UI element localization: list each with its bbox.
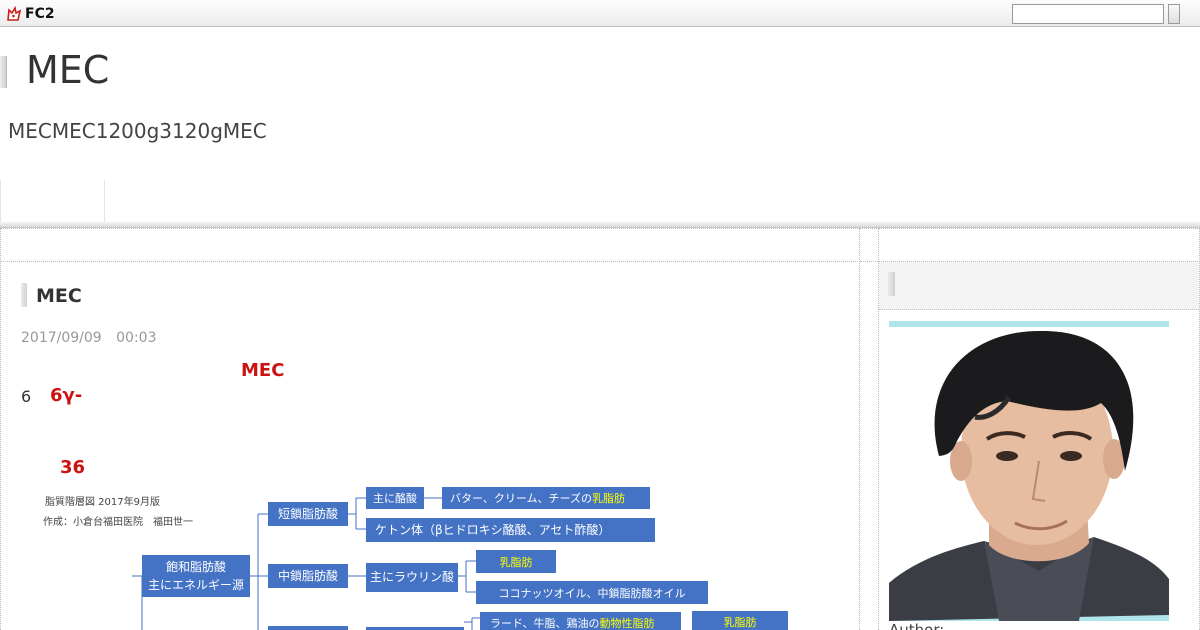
milk-fat-2-label: 乳脂肪 xyxy=(724,615,757,629)
blog-title[interactable]: MEC xyxy=(26,48,109,92)
entry-count-text: 36 xyxy=(60,457,86,478)
sidebar-header-accent xyxy=(888,272,895,296)
box-long-chain xyxy=(268,626,348,630)
author-label: Author: xyxy=(889,621,945,630)
profile-photo xyxy=(889,321,1169,621)
entry-heading: MEC xyxy=(241,360,285,381)
medium-chain-label: 中鎖脂肪酸 xyxy=(278,568,338,583)
coconut-label: ココナッツオイル、中鎖脂肪酸オイル xyxy=(499,586,686,600)
saturated-label-2: 主にエネルギー源 xyxy=(148,578,244,592)
lard-text: ラード、牛脂、鶏油の動物性脂肪 xyxy=(490,616,655,630)
entry-title-accent xyxy=(21,283,27,307)
fc2-search-button[interactable] xyxy=(1168,4,1180,24)
lipid-hierarchy-diagram: 脂質階層図 2017年9月版 作成：小倉台福田医院 福田世一 飽和脂肪酸 主にエ… xyxy=(40,484,800,630)
entry-date: 2017/09/09 00:03 xyxy=(21,330,157,346)
lard-prefix: ラード、牛脂、鶏油の xyxy=(490,616,600,630)
butter-milk-fat: 乳脂肪 xyxy=(592,491,625,505)
butyric-label: 主に酪酸 xyxy=(373,491,417,505)
nav-bar xyxy=(0,180,1200,226)
sidebar-section-header xyxy=(879,262,1199,310)
main-top-divider xyxy=(0,261,860,262)
blog-description: MECMEC1200g3120gMEC xyxy=(8,119,267,143)
entry-number: 6 xyxy=(21,387,32,406)
butter-prefix: バター、クリーム、チーズの xyxy=(450,491,592,505)
diagram-caption-author: 作成：小倉台福田医院 福田世一 xyxy=(43,515,193,528)
butter-text: バター、クリーム、チーズの乳脂肪 xyxy=(450,491,625,505)
profile-portrait xyxy=(889,321,1169,621)
lauric-label: 主にラウリン酸 xyxy=(370,569,454,584)
entry-gamma-text: 6γ- xyxy=(50,385,83,406)
ketone-label: ケトン体（βヒドロキシ酪酸、アセト酢酸） xyxy=(375,522,610,537)
fc2-search-input[interactable] xyxy=(1012,4,1164,24)
entry-title[interactable]: MEC xyxy=(36,285,82,307)
fc2-toolbar: FC2 xyxy=(0,0,1200,27)
lard-animal-fat: 動物性脂肪 xyxy=(600,616,655,630)
fc2-logo[interactable]: FC2 xyxy=(6,5,55,22)
fc2-fox-icon xyxy=(7,5,22,21)
diagram-caption-date: 脂質階層図 2017年9月版 xyxy=(45,495,160,508)
column-gap xyxy=(860,228,879,630)
title-accent-bar xyxy=(0,56,7,88)
saturated-label-1: 飽和脂肪酸 xyxy=(166,559,226,574)
nav-item-home[interactable] xyxy=(0,180,105,225)
short-chain-label: 短鎖脂肪酸 xyxy=(278,506,338,521)
milk-fat-label: 乳脂肪 xyxy=(500,555,533,569)
fc2-logo-text: FC2 xyxy=(25,5,55,22)
